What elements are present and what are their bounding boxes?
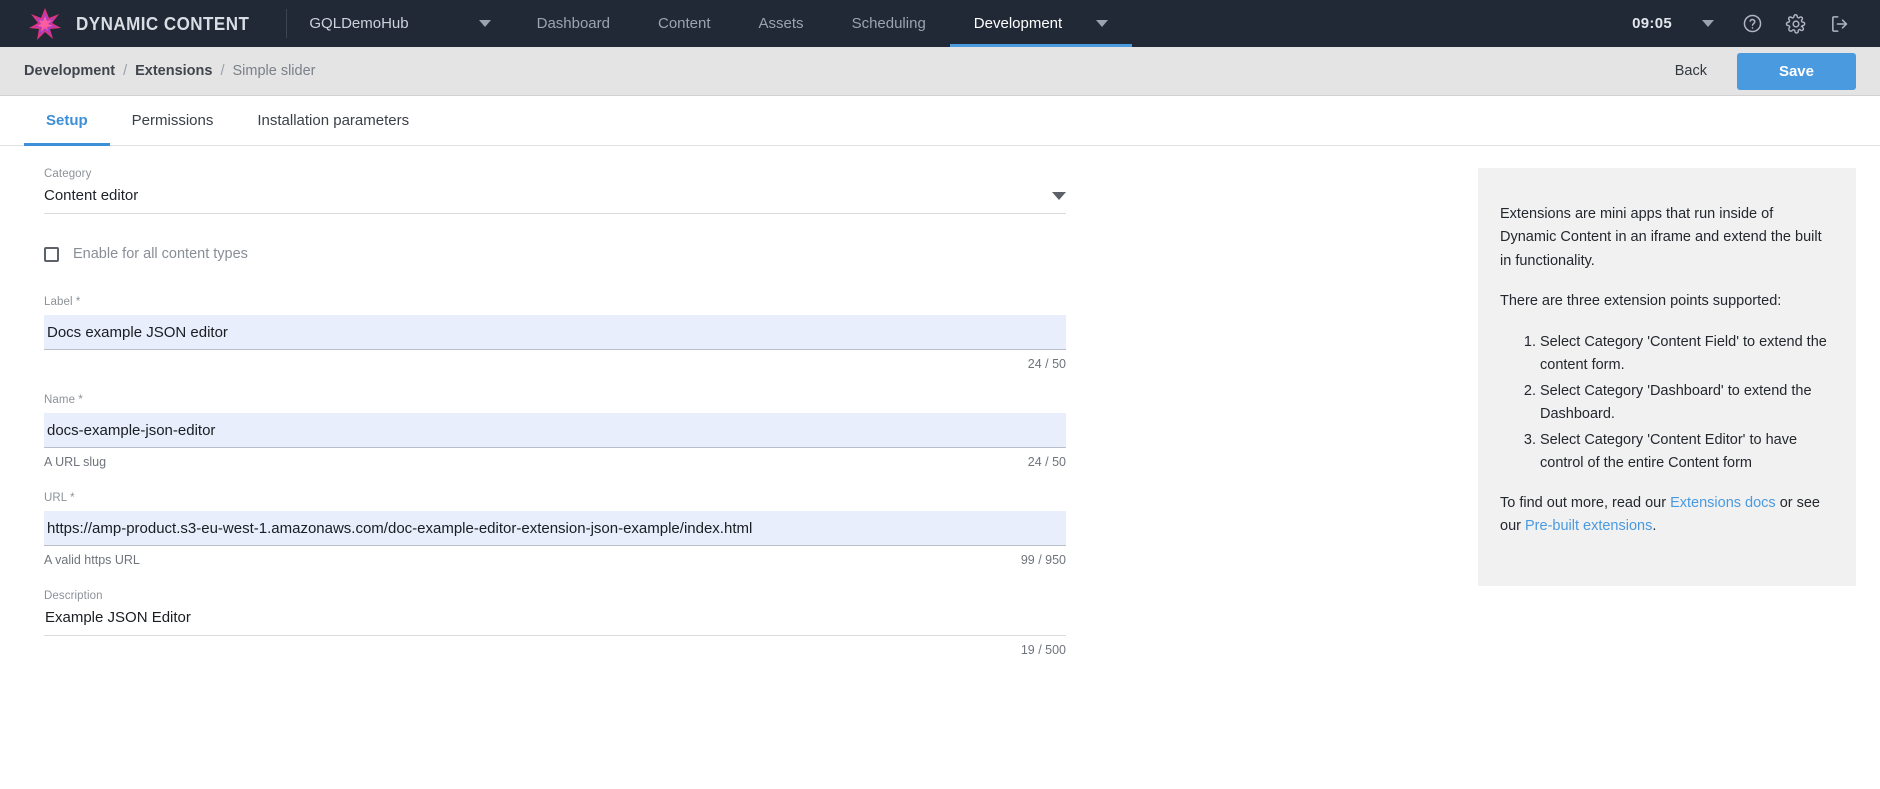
url-field-counter: 99 / 950 bbox=[1020, 553, 1066, 567]
info-paragraph-1: Extensions are mini apps that run inside… bbox=[1500, 206, 1822, 269]
label-input[interactable] bbox=[44, 315, 1066, 350]
gear-icon bbox=[1785, 13, 1807, 35]
brand[interactable]: DYNAMIC CONTENT bbox=[0, 0, 286, 47]
form-gap bbox=[44, 473, 1066, 492]
breadcrumb-separator: / bbox=[220, 63, 225, 79]
nav-item-content[interactable]: Content bbox=[634, 0, 735, 47]
name-field-label: Name * bbox=[44, 394, 83, 406]
enable-all-content-types-label: Enable for all content types bbox=[73, 246, 248, 262]
form-gap bbox=[44, 571, 1066, 590]
nav-item-label: Content bbox=[658, 15, 711, 32]
dropdown-caret-icon bbox=[1052, 191, 1066, 200]
extensions-docs-link[interactable]: Extensions docs bbox=[1670, 495, 1776, 511]
form-gap bbox=[44, 375, 1066, 394]
chevron-down-icon bbox=[1702, 20, 1714, 27]
label-field-label: Label * bbox=[44, 296, 81, 308]
clock-display: 09:05 bbox=[1632, 15, 1672, 32]
info-paragraph-2: There are three extension points support… bbox=[1500, 293, 1782, 310]
list-item: Select Category 'Dashboard' to extend th… bbox=[1540, 380, 1830, 427]
url-field: URL * A valid https URL 99 / 950 bbox=[44, 492, 1066, 567]
tab-installation-parameters[interactable]: Installation parameters bbox=[235, 96, 431, 145]
top-navigation-bar: DYNAMIC CONTENT GQLDemoHub Dashboard Con… bbox=[0, 0, 1880, 47]
info-footer-suffix: . bbox=[1652, 518, 1657, 535]
tab-label: Setup bbox=[46, 112, 88, 129]
enable-all-content-types-row[interactable]: Enable for all content types bbox=[44, 246, 1066, 262]
nav-items: Dashboard Content Assets Scheduling Deve… bbox=[513, 0, 1133, 47]
enable-all-content-types-checkbox[interactable] bbox=[44, 246, 59, 262]
starburst-logo-icon bbox=[28, 7, 62, 41]
extensions-info-panel: Extensions are mini apps that run inside… bbox=[1478, 168, 1856, 586]
label-field: Label * 24 / 50 bbox=[44, 296, 1066, 371]
nav-item-label: Dashboard bbox=[536, 15, 610, 32]
page-body: Category Content editor Enable for all c… bbox=[0, 146, 1880, 789]
clock-dropdown-button[interactable] bbox=[1686, 0, 1730, 47]
category-label: Category bbox=[44, 168, 92, 180]
info-footer: To find out more, read our Extensions do… bbox=[1500, 492, 1830, 539]
logout-button[interactable] bbox=[1818, 0, 1862, 47]
tab-label: Permissions bbox=[131, 112, 214, 129]
label-field-counter: 24 / 50 bbox=[1027, 357, 1066, 371]
url-field-label: URL * bbox=[44, 492, 75, 504]
tenant-selector[interactable]: GQLDemoHub bbox=[287, 0, 512, 47]
description-field: Description 19 / 500 bbox=[44, 590, 1066, 657]
description-field-label: Description bbox=[44, 590, 103, 602]
layout-spacer bbox=[1084, 168, 1478, 789]
breadcrumb-separator: / bbox=[123, 63, 128, 79]
save-button[interactable]: Save bbox=[1736, 52, 1856, 90]
list-item: Select Category 'Content Editor' to have… bbox=[1540, 429, 1830, 476]
url-field-helper: A valid https URL bbox=[44, 553, 140, 567]
description-field-counter: 19 / 500 bbox=[1020, 643, 1066, 657]
description-input[interactable] bbox=[44, 609, 1066, 636]
description-field-meta: 19 / 500 bbox=[44, 636, 1066, 657]
name-field-counter: 24 / 50 bbox=[1027, 455, 1066, 469]
name-field-meta: A URL slug 24 / 50 bbox=[44, 448, 1066, 469]
nav-item-label: Assets bbox=[758, 15, 804, 32]
nav-item-scheduling[interactable]: Scheduling bbox=[828, 0, 950, 47]
pre-built-extensions-link[interactable]: Pre-built extensions bbox=[1525, 518, 1652, 534]
breadcrumb-item-current: Simple slider bbox=[232, 63, 316, 79]
nav-right-cluster: 09:05 bbox=[1632, 0, 1880, 47]
category-field: Category Content editor bbox=[44, 168, 1066, 214]
help-button[interactable] bbox=[1730, 0, 1774, 47]
tab-permissions[interactable]: Permissions bbox=[110, 96, 236, 145]
url-field-meta: A valid https URL 99 / 950 bbox=[44, 546, 1066, 567]
breadcrumb-actions: Back Save bbox=[1663, 52, 1856, 90]
question-circle-icon bbox=[1742, 13, 1763, 34]
nav-item-label: Development bbox=[973, 15, 1063, 32]
extension-setup-form: Category Content editor Enable for all c… bbox=[24, 168, 1084, 789]
info-list: Select Category 'Content Field' to exten… bbox=[1500, 331, 1830, 476]
breadcrumb-item-extensions[interactable]: Extensions bbox=[135, 63, 212, 79]
info-footer-prefix: To find out more, read our bbox=[1500, 494, 1671, 511]
name-field-helper: A URL slug bbox=[44, 455, 107, 469]
category-value: Content editor bbox=[44, 187, 139, 204]
nav-item-label: Scheduling bbox=[851, 15, 926, 32]
back-button[interactable]: Back bbox=[1663, 55, 1719, 87]
breadcrumb: Development / Extensions / Simple slider bbox=[24, 63, 315, 79]
name-input[interactable] bbox=[44, 413, 1066, 448]
settings-button[interactable] bbox=[1774, 0, 1818, 47]
category-select[interactable]: Content editor bbox=[44, 187, 1066, 214]
name-field: Name * A URL slug 24 / 50 bbox=[44, 394, 1066, 469]
nav-item-development[interactable]: Development bbox=[949, 0, 1133, 47]
breadcrumb-item-development[interactable]: Development bbox=[24, 63, 115, 79]
tab-setup[interactable]: Setup bbox=[24, 96, 110, 146]
chevron-down-icon bbox=[478, 20, 491, 27]
tenant-label: GQLDemoHub bbox=[309, 15, 409, 32]
tab-bar: Setup Permissions Installation parameter… bbox=[0, 96, 1880, 146]
nav-item-dashboard[interactable]: Dashboard bbox=[513, 0, 634, 47]
url-input[interactable] bbox=[44, 511, 1066, 546]
list-item: Select Category 'Content Field' to exten… bbox=[1540, 331, 1830, 378]
breadcrumb-bar: Development / Extensions / Simple slider… bbox=[0, 47, 1880, 96]
chevron-down-icon[interactable] bbox=[1096, 20, 1109, 27]
label-field-meta: 24 / 50 bbox=[44, 350, 1066, 371]
logout-icon bbox=[1829, 13, 1851, 35]
brand-title: DYNAMIC CONTENT bbox=[76, 12, 250, 34]
info-sidebar: Extensions are mini apps that run inside… bbox=[1478, 168, 1856, 789]
tab-label: Installation parameters bbox=[257, 112, 410, 129]
nav-item-assets[interactable]: Assets bbox=[735, 0, 828, 47]
